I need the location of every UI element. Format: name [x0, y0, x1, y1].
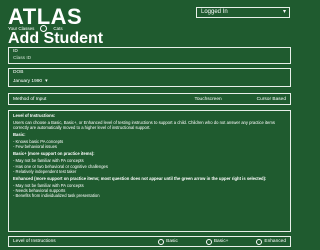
- basic-plus-label: Basic+: [213, 239, 229, 244]
- chevron-down-icon: ▾: [282, 9, 286, 15]
- radio-icon: [205, 238, 212, 245]
- login-status-select[interactable]: Logged In ▾: [196, 7, 290, 18]
- dob-value: January 1990: [13, 78, 43, 84]
- dob-label: DOB: [13, 70, 24, 75]
- basic-title: Basic:: [13, 132, 26, 138]
- touchscreen-label: Touchscreen: [194, 96, 222, 102]
- basic-item: - Few behavioral issues: [13, 144, 57, 150]
- id-field-box[interactable]: ID Class ID: [8, 47, 291, 64]
- cursor-based-label: Cursor Based: [256, 96, 286, 102]
- radio-basic[interactable]: Basic: [158, 238, 178, 245]
- basicplus-title: Basic+ (more support on practice items):: [13, 151, 95, 157]
- dob-field-box[interactable]: DOB January 1990 ▾: [8, 68, 291, 87]
- id-label: ID: [13, 49, 18, 54]
- enhanced-title: Enhanced (more support on practice items…: [13, 175, 267, 181]
- radio-icon: [158, 238, 165, 245]
- basic-label: Basic: [166, 239, 178, 244]
- level-of-instructions-group: Level of Instructions Basic Basic+ Enhan…: [8, 236, 291, 247]
- basicplus-item: - Relatively independent test taker: [13, 168, 77, 174]
- radio-touchscreen[interactable]: Touchscreen: [194, 97, 221, 102]
- id-input[interactable]: Class ID: [13, 56, 31, 61]
- info-title: Level of Instructions:: [13, 113, 56, 118]
- method-label: Method of Input: [13, 96, 47, 102]
- enhanced-label: Enhanced: [264, 239, 286, 244]
- instructions-info-box: Level of Instructions: Users can choose …: [8, 110, 291, 232]
- info-intro: Users can choose a Basic, Basic+, or Enh…: [13, 120, 275, 131]
- login-status-value: Logged In: [201, 9, 228, 15]
- method-of-input-group: Method of Input Touchscreen Cursor Based: [8, 93, 291, 105]
- radio-enhanced[interactable]: Enhanced: [256, 238, 286, 245]
- radio-basic-plus[interactable]: Basic+: [205, 238, 229, 245]
- page-title: Add Student: [8, 30, 104, 47]
- dob-select[interactable]: January 1990 ▾: [13, 78, 48, 84]
- radio-icon: [256, 238, 263, 245]
- level-label: Level of Instructions: [13, 239, 56, 244]
- enhanced-item: - Benefits from individualized task pres…: [13, 193, 100, 199]
- radio-cursor-based[interactable]: Cursor Based: [257, 97, 286, 102]
- chevron-down-icon: ▾: [45, 78, 48, 84]
